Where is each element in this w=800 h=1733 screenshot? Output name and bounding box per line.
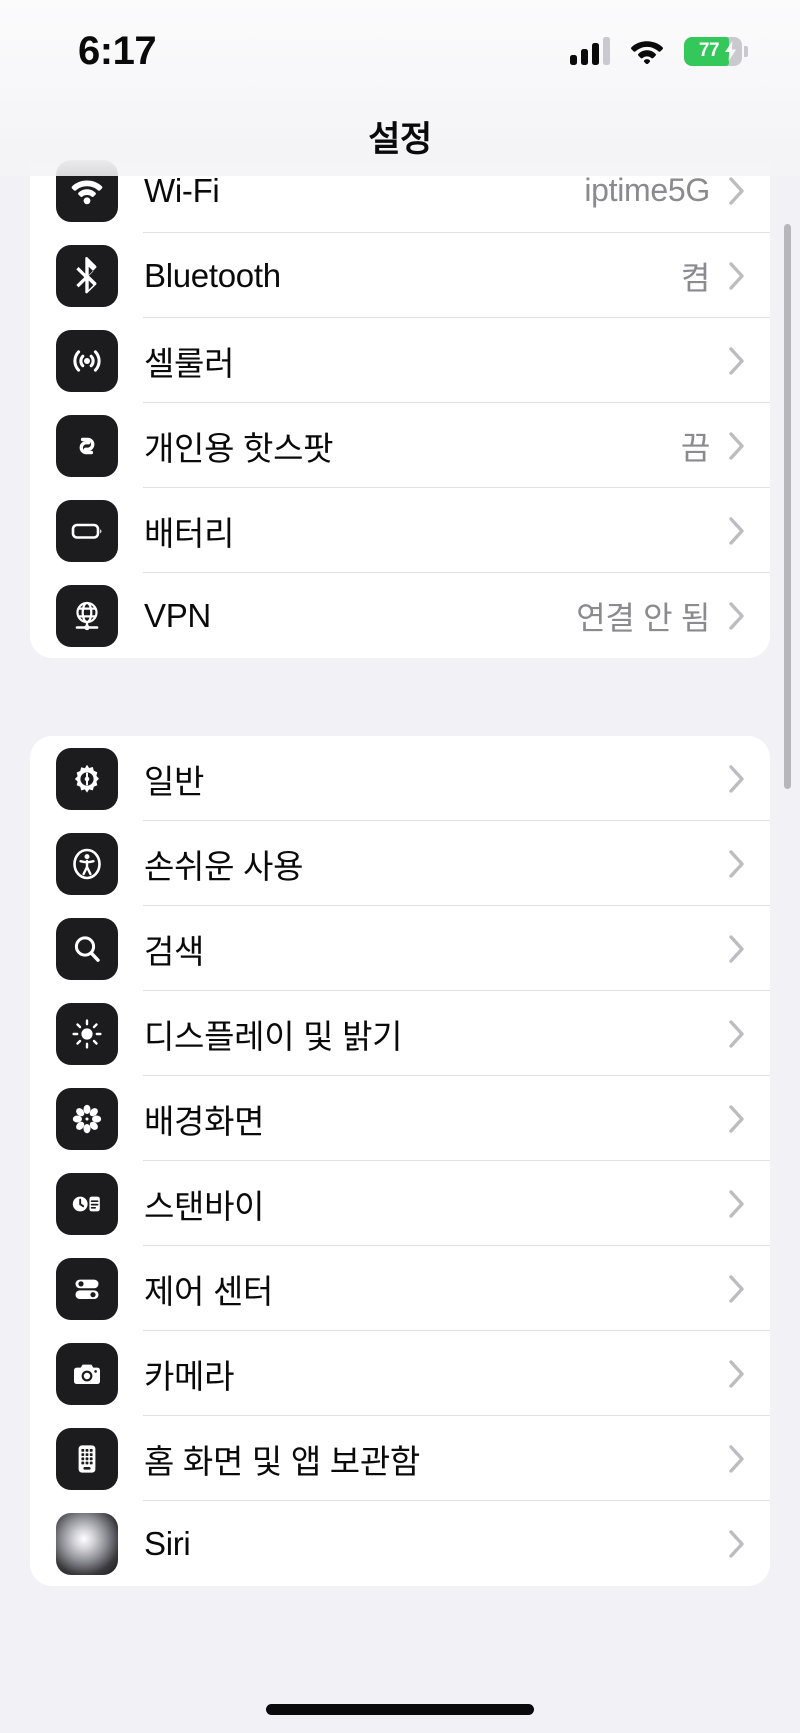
settings-row[interactable]: 카메라 (30, 1331, 770, 1416)
settings-row-value: iptime5G (584, 172, 710, 208)
navigation-bar: 설정 (0, 96, 800, 176)
settings-row-label: Bluetooth (144, 256, 281, 294)
cellular-icon (56, 329, 118, 392)
settings-row[interactable]: 검색 (30, 906, 770, 991)
battery-icon: 77 (684, 36, 748, 66)
settings-row-value: 끔 (680, 429, 710, 466)
settings-row-label: 일반 (144, 762, 205, 800)
settings-row[interactable]: Siri (30, 1501, 770, 1586)
settings-row-label: 디스플레이 및 밝기 (144, 1017, 403, 1055)
brightness-icon (56, 1002, 118, 1065)
settings-row-label: 홈 화면 및 앱 보관함 (144, 1442, 420, 1480)
settings-row[interactable]: 배터리 (30, 488, 770, 573)
chevron-right-icon (729, 176, 744, 205)
settings-row-label: 배경화면 (144, 1102, 265, 1140)
settings-row[interactable]: 셀룰러 (30, 318, 770, 403)
settings-row-value: 연결 안 됨 (576, 599, 710, 636)
status-bar: 6:17 77 (0, 0, 800, 96)
chevron-right-icon (729, 1104, 744, 1133)
vertical-scrollbar[interactable] (784, 224, 791, 789)
settings-row-label: 배터리 (144, 514, 235, 552)
chevron-right-icon (729, 1189, 744, 1218)
settings-row-label: 카메라 (144, 1357, 235, 1395)
settings-row[interactable]: 배경화면 (30, 1076, 770, 1161)
gear-icon (56, 747, 118, 810)
chevron-right-icon (729, 1359, 744, 1388)
standby-icon (56, 1172, 118, 1235)
settings-row-label: 제어 센터 (144, 1272, 274, 1310)
settings-row-label: Siri (144, 1524, 191, 1562)
chevron-right-icon (729, 346, 744, 375)
chevron-right-icon (729, 1274, 744, 1303)
chevron-right-icon (729, 516, 744, 545)
wallpaper-flower-icon (56, 1087, 118, 1150)
settings-group-connectivity: Wi-Fi iptime5G Bluetooth 켬 셀룰러 개인용 핫스팟 끔 배터… (30, 148, 770, 658)
settings-list[interactable]: Wi-Fi iptime5G Bluetooth 켬 셀룰러 개인용 핫스팟 끔 배터… (0, 148, 800, 1733)
chevron-right-icon (729, 1529, 744, 1558)
siri-orb-icon (56, 1512, 118, 1575)
control-center-icon (56, 1257, 118, 1320)
settings-row-label: 손쉬운 사용 (144, 847, 304, 885)
search-icon (56, 917, 118, 980)
chevron-right-icon (729, 261, 744, 290)
chevron-right-icon (729, 1444, 744, 1473)
settings-row-label: 검색 (144, 932, 205, 970)
settings-row-label: 개인용 핫스팟 (144, 429, 334, 467)
chevron-right-icon (729, 764, 744, 793)
settings-row[interactable]: Bluetooth 켬 (30, 233, 770, 318)
settings-row[interactable]: 손쉬운 사용 (30, 821, 770, 906)
settings-row[interactable]: 제어 센터 (30, 1246, 770, 1331)
battery-icon (56, 499, 118, 562)
camera-icon (56, 1342, 118, 1405)
home-screen-icon (56, 1427, 118, 1490)
settings-row[interactable]: 개인용 핫스팟 끔 (30, 403, 770, 488)
settings-row[interactable]: 스탠바이 (30, 1161, 770, 1246)
status-bar-clock: 6:17 (78, 29, 157, 73)
chevron-right-icon (729, 849, 744, 878)
settings-row-label: VPN (144, 596, 211, 634)
section-divider (0, 658, 800, 736)
chevron-right-icon (729, 934, 744, 963)
chevron-right-icon (729, 601, 744, 630)
cellular-bars-icon (570, 37, 610, 65)
chevron-right-icon (729, 431, 744, 460)
settings-row[interactable]: VPN 연결 안 됨 (30, 573, 770, 658)
chevron-right-icon (729, 1019, 744, 1048)
settings-row-label: 스탠바이 (144, 1187, 265, 1225)
page-title: 설정 (368, 119, 432, 159)
settings-row-value: 켬 (680, 259, 710, 296)
settings-row-label: Wi-Fi (144, 171, 220, 209)
charging-bolt-icon (725, 41, 736, 61)
wifi-icon (630, 38, 664, 64)
vpn-globe-icon (56, 584, 118, 647)
settings-screen: 6:17 77 설정 Wi-Fi iptime5G Bluetooth 켬 셀룰… (0, 0, 800, 1733)
accessibility-icon (56, 832, 118, 895)
settings-group-system: 일반 손쉬운 사용 검색 디스플레이 및 밝기 배경화면 스탠바이 제어 센터 … (30, 736, 770, 1586)
settings-row[interactable]: 디스플레이 및 밝기 (30, 991, 770, 1076)
settings-row[interactable]: 일반 (30, 736, 770, 821)
settings-row[interactable]: 홈 화면 및 앱 보관함 (30, 1416, 770, 1501)
bluetooth-icon (56, 244, 118, 307)
settings-row-label: 셀룰러 (144, 344, 235, 382)
personal-hotspot-icon (56, 414, 118, 477)
status-bar-icons: 77 (570, 31, 748, 66)
home-indicator-bar[interactable] (266, 1704, 534, 1715)
